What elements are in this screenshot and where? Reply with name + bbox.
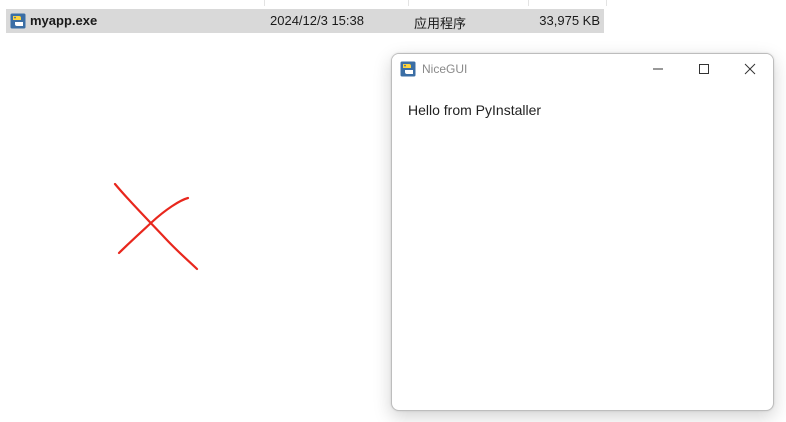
file-name: myapp.exe	[30, 13, 98, 28]
file-type: 应用程序	[414, 16, 467, 31]
python-app-icon	[10, 13, 26, 29]
red-x-mark	[113, 182, 199, 271]
file-date-modified: 2024/12/3 15:38	[270, 13, 364, 28]
file-list-row-myapp[interactable]: myapp.exe 2024/12/3 15:38 应用程序 33,975 KB	[6, 0, 607, 33]
window-titlebar[interactable]: NiceGUI	[392, 54, 773, 84]
python-app-icon	[400, 61, 416, 77]
minimize-icon	[653, 68, 663, 70]
hello-label: Hello from PyInstaller	[408, 102, 542, 118]
column-divider	[408, 0, 409, 6]
window-title: NiceGUI	[422, 62, 468, 76]
close-button[interactable]	[727, 54, 773, 84]
desktop: myapp.exe 2024/12/3 15:38 应用程序 33,975 KB…	[0, 0, 786, 422]
maximize-icon	[699, 64, 709, 74]
column-divider	[606, 0, 607, 6]
maximize-button[interactable]	[681, 54, 727, 84]
close-icon	[744, 63, 756, 75]
column-divider	[264, 0, 265, 6]
minimize-button[interactable]	[635, 54, 681, 84]
file-size: 33,975 KB	[539, 13, 600, 28]
column-divider	[528, 0, 529, 6]
nicegui-window[interactable]: NiceGUI Hello from PyInstaller	[391, 53, 774, 411]
